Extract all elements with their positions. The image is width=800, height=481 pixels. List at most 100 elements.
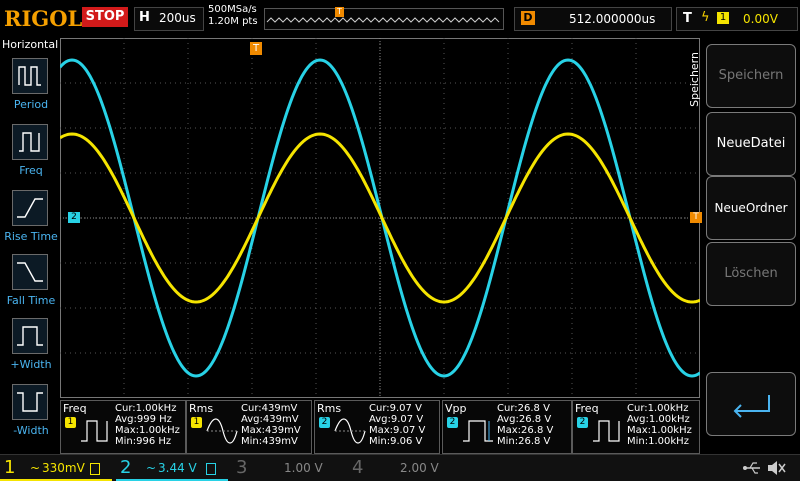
enter-icon — [733, 395, 770, 418]
vpp-icon — [463, 420, 493, 442]
trigger-source: 1 — [717, 12, 729, 24]
measurement-avg: Avg:1.00kHz — [627, 414, 690, 425]
coupling-icon: ~ — [30, 461, 41, 475]
measurement-name: Vpp — [445, 402, 467, 415]
trigger-slope-icon: ϟ — [701, 10, 710, 25]
measurement-channel: 1 — [65, 417, 76, 428]
freq-icon — [81, 420, 108, 442]
measurement-name: Freq — [575, 402, 599, 415]
measurement-values: Cur:1.00kHz Avg:999 Hz Max:1.00kHz Min:9… — [115, 403, 180, 447]
measurement-max: Max:9.07 V — [369, 425, 426, 436]
trigger-level-marker[interactable]: T — [690, 212, 702, 223]
delay-display[interactable]: D 512.000000us — [514, 7, 672, 31]
memory-position-bar[interactable]: T — [264, 7, 504, 30]
measurement-cur: Cur:439mV — [241, 403, 298, 414]
freq-button[interactable] — [12, 124, 48, 160]
pos-width-label: +Width — [10, 358, 52, 371]
measurement-avg: Avg:439mV — [241, 414, 299, 425]
freq-icon — [593, 420, 620, 442]
enter-button[interactable] — [706, 372, 796, 436]
sample-rate: 500MSa/s — [208, 4, 257, 15]
memory-depth: 1.20M pts — [208, 16, 258, 27]
measurement-max: Max:439mV — [241, 425, 301, 436]
measurement-name: Rms — [317, 402, 342, 415]
new-file-button[interactable]: NeueDatei — [706, 112, 796, 176]
period-button[interactable] — [12, 58, 48, 94]
rise-time-label: Rise Time — [4, 230, 58, 243]
waveform-display[interactable] — [58, 38, 701, 398]
brand-logo: RIGOL — [4, 6, 83, 31]
channel-1-status[interactable]: 1 ~ 330mV — [0, 457, 112, 481]
memory-waveform-preview — [266, 17, 500, 23]
measurement-rms-ch1[interactable]: Rms 1 Cur:439mV Avg:439mV Max:439mV Min:… — [186, 400, 312, 454]
horizontal-measure-menu: Horizontal Period Freq Rise Time Fall Ti… — [0, 38, 60, 448]
channel-scale: 1.00 V — [284, 461, 323, 475]
ch2-offset-marker[interactable]: 2 — [68, 212, 80, 223]
mute-icon — [768, 461, 786, 475]
measurement-min: Min:9.06 V — [369, 436, 423, 447]
measurement-channel: 2 — [319, 417, 330, 428]
new-folder-button[interactable]: NeueOrdner — [706, 176, 796, 240]
measurement-name: Rms — [189, 402, 214, 415]
horizontal-value: 200us — [159, 11, 196, 25]
trigger-position-marker: T — [335, 7, 344, 17]
measurement-values: Cur:26.8 V Avg:26.8 V Max:26.8 V Min:26.… — [497, 403, 553, 447]
rise-time-button[interactable] — [12, 190, 48, 226]
channel-scale: 2.00 V — [400, 461, 439, 475]
measurement-values: Cur:439mV Avg:439mV Max:439mV Min:439mV — [241, 403, 301, 447]
measurement-rms-ch2[interactable]: Rms 2 Cur:9.07 V Avg:9.07 V Max:9.07 V M… — [314, 400, 440, 454]
measurement-values: Cur:9.07 V Avg:9.07 V Max:9.07 V Min:9.0… — [369, 403, 425, 447]
channel-scale: 3.44 V — [158, 461, 197, 475]
measurement-name: Freq — [63, 402, 87, 415]
period-icon — [18, 66, 41, 86]
waveform-graticule — [58, 38, 701, 398]
horizontal-label: H — [139, 10, 150, 25]
pos-width-icon — [17, 326, 43, 346]
fall-time-label: Fall Time — [6, 294, 56, 307]
delay-value: 512.000000us — [569, 12, 656, 26]
channel-4-status[interactable]: 4 2.00 V — [348, 457, 460, 479]
measurement-min: Min:439mV — [241, 436, 298, 447]
measurement-avg: Avg:999 Hz — [115, 414, 172, 425]
sample-info: 500MSa/s 1.20M pts — [208, 4, 258, 28]
measurement-min: Min:996 Hz — [115, 436, 172, 447]
neg-width-icon — [17, 392, 43, 412]
channel-number: 2 — [120, 457, 132, 478]
measurement-max: Max:1.00kHz — [115, 425, 180, 436]
channel-number: 4 — [352, 457, 364, 478]
bandwidth-limit-icon — [90, 463, 100, 475]
measurement-max: Max:1.00kHz — [627, 425, 692, 436]
measurement-channel: 1 — [191, 417, 202, 428]
coupling-icon: ~ — [146, 461, 157, 475]
measurement-cur: Cur:1.00kHz — [115, 403, 177, 414]
run-stop-button[interactable]: STOP — [82, 7, 128, 27]
channel-number: 1 — [4, 457, 16, 478]
period-label: Period — [13, 98, 49, 111]
measurement-cur: Cur:9.07 V — [369, 403, 422, 414]
neg-width-button[interactable] — [12, 384, 48, 420]
trigger-level: 0.00V — [743, 12, 778, 26]
horizontal-scale[interactable]: H 200us — [134, 7, 204, 31]
delete-button[interactable]: Löschen — [706, 242, 796, 306]
measurement-cur: Cur:26.8 V — [497, 403, 550, 414]
measurement-vpp-ch2[interactable]: Vpp 2 Cur:26.8 V Avg:26.8 V Max:26.8 V M… — [442, 400, 572, 454]
channel-3-status[interactable]: 3 1.00 V — [232, 457, 344, 479]
channel-scale: 330mV — [42, 461, 85, 475]
measurement-freq-ch1[interactable]: Freq 1 Cur:1.00kHz Avg:999 Hz Max:1.00kH… — [60, 400, 186, 454]
save-button[interactable]: Speichern — [706, 44, 796, 108]
measurement-freq-ch2[interactable]: Freq 2 Cur:1.00kHz Avg:1.00kHz Max:1.00k… — [572, 400, 700, 454]
delay-label: D — [521, 11, 535, 25]
status-bar: RIGOL STOP H 200us 500MSa/s 1.20M pts T … — [0, 0, 800, 36]
pos-width-button[interactable] — [12, 318, 48, 354]
freq-icon — [19, 132, 40, 152]
rms-icon — [206, 418, 238, 444]
trigger-position-marker-grid[interactable]: T — [250, 42, 262, 55]
fall-time-button[interactable] — [12, 254, 48, 290]
measurement-avg: Avg:9.07 V — [369, 414, 424, 425]
trigger-display[interactable]: T ϟ 1 0.00V — [676, 7, 798, 31]
measurement-cur: Cur:1.00kHz — [627, 403, 689, 414]
channel-2-status[interactable]: 2 ~ 3.44 V — [116, 457, 228, 481]
measurement-min: Min:26.8 V — [497, 436, 551, 447]
usb-icon — [743, 462, 760, 474]
measurement-min: Min:1.00kHz — [627, 436, 689, 447]
